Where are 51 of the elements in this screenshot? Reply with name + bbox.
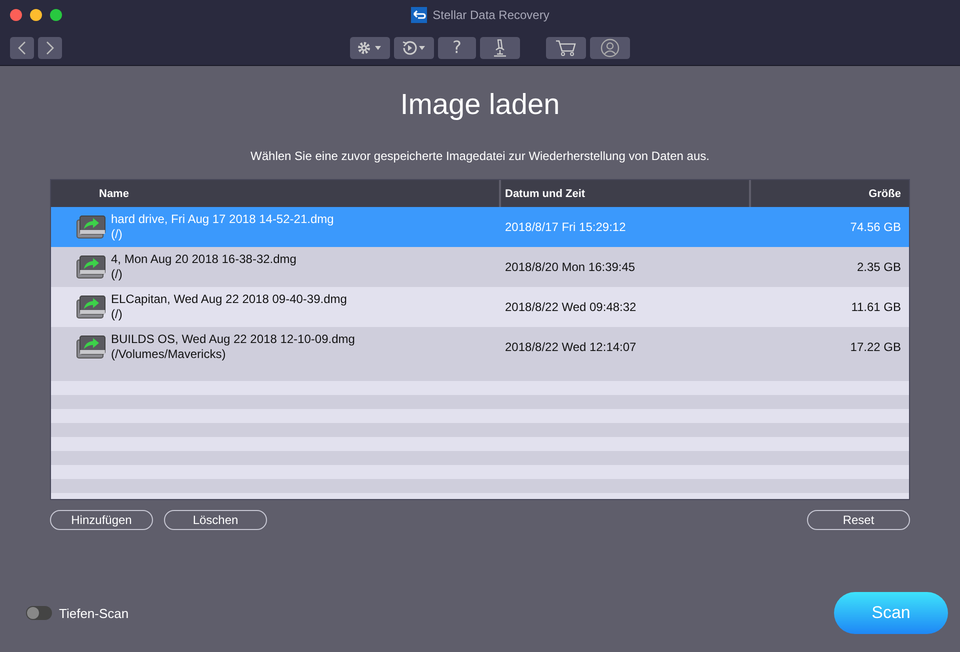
image-file-row[interactable]: 4, Mon Aug 20 2018 16-38-32.dmg (/) 2018/8/20 Mon 16:39:45 2.35 GB [51,247,909,287]
microscope-button[interactable] [480,37,520,59]
cart-button[interactable] [546,37,586,59]
file-size-text: 74.56 GB [850,220,901,234]
chevron-left-icon [17,41,27,55]
file-name: 4, Mon Aug 20 2018 16-38-32.dmg [111,252,296,267]
history-caret-icon [401,40,427,56]
deep-scan-label: Tiefen-Scan [59,606,129,620]
file-size-text: 17.22 GB [850,340,901,354]
page-heading: Image laden [399,89,561,122]
image-file-row[interactable]: ELCapitan, Wed Aug 22 2018 09-40-39.dmg (/) 2018/8/22 Wed 09:48:32 11.61 GB [51,287,909,327]
account-button[interactable] [590,37,630,59]
date-time-text: 2018/8/22 Wed 12:14:07 [505,340,636,354]
app-logo-icon [410,7,427,23]
delete-button[interactable]: Löschen [164,510,267,530]
image-file-row[interactable]: BUILDS OS, Wed Aug 22 2018 12-10-09.dmg (/Volumes/Mavericks) 2018/8/22 Wed 12:14:07 17.22 GB [51,327,909,367]
file-name: ELCapitan, Wed Aug 22 2018 09-40-39.dmg [111,292,347,307]
forward-button[interactable] [38,37,62,59]
volume-path: (/) [111,307,124,322]
reset-button[interactable]: Reset [807,510,910,530]
minimize-window-button[interactable] [30,9,42,21]
cart-icon [555,39,577,57]
close-window-button[interactable] [10,9,22,21]
zoom-window-button[interactable] [50,9,62,21]
date-time-text: 2018/8/20 Mon 16:39:45 [505,260,636,274]
date-time-text: 2018/8/22 Wed 09:48:32 [505,300,636,314]
disk-image-icon [75,213,107,241]
window-title: Stellar Data Recovery [432,8,550,22]
add-button[interactable]: Hinzufügen [50,510,153,530]
file-name: hard drive, Fri Aug 17 2018 14-52-21.dmg [111,212,334,227]
help-button[interactable]: ? [438,37,476,59]
volume-path: (/) [111,227,124,242]
file-size-text: 2.35 GB [856,260,901,274]
file-name: BUILDS OS, Wed Aug 22 2018 12-10-09.dmg [111,332,355,347]
user-icon [600,38,620,58]
back-button[interactable] [10,37,34,59]
instruction-text: Wählen Sie eine zuvor gespeicherte Imagedatei zur Wiederherstellung von Daten aus. [250,149,710,163]
volume-path: (/Volumes/Mavericks) [111,347,227,362]
microscope-icon [492,39,508,57]
disk-image-icon [75,253,107,281]
volume-path: (/) [111,267,124,282]
deep-scan-toggle[interactable] [26,606,52,620]
date-time-text: 2018/8/17 Fri 15:29:12 [505,220,626,234]
history-button[interactable] [394,37,434,59]
disk-image-icon [75,333,107,361]
disk-image-icon [75,293,107,321]
settings-button[interactable] [350,37,390,59]
column-header[interactable]: Größe [751,180,909,207]
gear-caret-icon [357,41,383,55]
chevron-right-icon [45,41,55,55]
file-size-text: 11.61 GB [851,300,901,314]
